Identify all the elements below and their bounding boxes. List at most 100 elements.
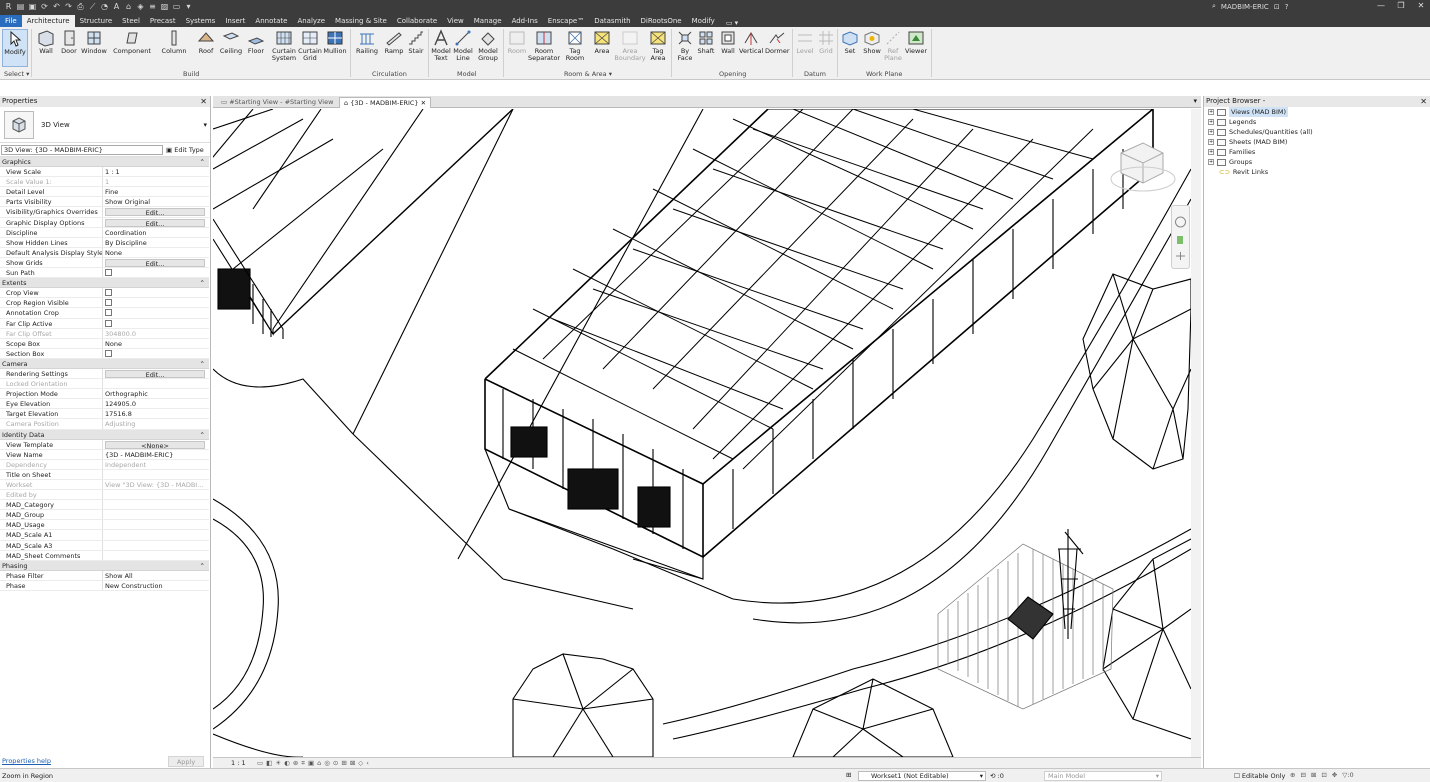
property-value[interactable]: None (103, 248, 209, 257)
cart-icon[interactable]: ⊡ (1274, 3, 1280, 11)
expand-icon[interactable]: + (1208, 109, 1214, 115)
modify-button[interactable]: Modify (2, 29, 28, 67)
select-by-face-icon[interactable]: ⊡ (1321, 771, 1326, 779)
detail-level-icon[interactable]: ▭ (257, 759, 263, 768)
close-tab-icon[interactable]: ✕ (421, 99, 426, 107)
property-value[interactable]: <None> (103, 440, 209, 449)
property-checkbox[interactable] (105, 299, 112, 307)
property-group-header[interactable]: Graphics ⌃ (0, 157, 209, 168)
property-value[interactable]: By Discipline (103, 238, 209, 247)
properties-help-link[interactable]: Properties help (2, 757, 51, 765)
property-value[interactable] (103, 319, 209, 328)
property-value[interactable] (103, 551, 209, 560)
view-tab-starting-view[interactable]: ▭ #Starting View - #Starting View (217, 97, 337, 108)
vertical-scrollbar[interactable] (1191, 109, 1201, 757)
tab-view[interactable]: View (442, 15, 469, 27)
restore-icon[interactable]: ❐ (1396, 1, 1406, 10)
edit-type-button[interactable]: ▣ Edit Type (166, 145, 204, 155)
ceiling-button[interactable]: Ceiling (219, 29, 243, 55)
collapse-icon[interactable]: ⌃ (200, 359, 205, 369)
worksharing-display-icon[interactable]: ⊞ (341, 759, 346, 768)
ramp-button[interactable]: Ramp (383, 29, 405, 55)
area-button[interactable]: Area (591, 29, 613, 55)
property-value[interactable]: {3D - MADBIM-ERIC} (103, 450, 209, 459)
property-edit-button[interactable]: Edit... (105, 369, 205, 378)
highlight-displacement-icon[interactable]: ◇ (358, 759, 363, 768)
apply-button[interactable]: Apply (168, 756, 204, 767)
help-icon[interactable]: ? (1285, 3, 1289, 11)
measure-icon[interactable]: ⟋ (88, 2, 97, 11)
tab-precast[interactable]: Precast (145, 15, 181, 27)
worksets-icon[interactable]: ⊞ (846, 771, 851, 779)
tab-modify[interactable]: Modify (687, 15, 720, 27)
user-name[interactable]: MADBIM-ERIC (1221, 3, 1269, 11)
tab-add-ins[interactable]: Add-Ins (507, 15, 543, 27)
design-option-dropdown[interactable]: Main Model ▾ (1044, 771, 1162, 781)
property-value[interactable]: New Construction (103, 581, 209, 590)
scroll-left-icon[interactable]: ‹ (366, 759, 369, 768)
property-value[interactable] (103, 308, 209, 317)
undo-icon[interactable]: ↶ (52, 2, 61, 11)
collapse-icon[interactable]: ⌃ (200, 278, 205, 288)
close-icon[interactable]: ✕ (1420, 96, 1427, 107)
customize-icon[interactable]: ▾ (184, 2, 193, 11)
tab-analyze[interactable]: Analyze (292, 15, 330, 27)
property-edit-button[interactable]: Edit... (105, 258, 205, 267)
sun-path-icon[interactable]: ☀ (275, 759, 281, 768)
dormer-button[interactable]: Dormer (765, 29, 790, 55)
collapse-icon[interactable]: ⌃ (200, 561, 205, 571)
property-value[interactable]: Edit... (103, 258, 209, 267)
tab-collaborate[interactable]: Collaborate (392, 15, 442, 27)
tab-annotate[interactable]: Annotate (250, 15, 292, 27)
open-icon[interactable]: ▤ (16, 2, 25, 11)
model-text-button[interactable]: Model Text (430, 29, 452, 62)
redo-icon[interactable]: ↷ (64, 2, 73, 11)
ref-plane-button[interactable]: Ref Plane (883, 29, 903, 62)
editing-requests[interactable]: ⟲ :0 (990, 772, 1004, 780)
close-icon[interactable]: ✕ (200, 96, 207, 107)
temporary-hide-icon[interactable]: ◎ (324, 759, 330, 768)
tree-node-views[interactable]: + Views (MAD BIM) (1208, 107, 1430, 117)
close-hidden-icon[interactable]: ▨ (160, 2, 169, 11)
property-group-header[interactable]: Identity Data ⌃ (0, 429, 209, 440)
shadows-icon[interactable]: ◐ (284, 759, 290, 768)
view-tab-3d[interactable]: ⌂ {3D - MADBIM-ERIC} ✕ (339, 97, 432, 108)
stair-button[interactable]: Stair (405, 29, 427, 55)
ribbon-display-toggle[interactable]: ▭ ▾ (720, 19, 744, 27)
wall-button[interactable]: Wall (36, 29, 56, 55)
set-work-plane-button[interactable]: Set (840, 29, 860, 55)
select-links-icon[interactable]: ⊕ (1290, 771, 1295, 779)
tree-node-groups[interactable]: + Groups (1208, 157, 1430, 167)
property-value[interactable]: 17516.8 (103, 409, 209, 418)
collapse-icon[interactable]: ⌃ (200, 430, 205, 440)
floor-button[interactable]: Floor (246, 29, 266, 55)
grid-button[interactable]: Grid (816, 29, 836, 55)
property-value[interactable] (103, 510, 209, 519)
tab-insert[interactable]: Insert (220, 15, 250, 27)
select-panel-label[interactable]: Select ▾ (4, 70, 29, 78)
type-selector[interactable]: 3D View ▾ (0, 107, 210, 143)
select-pinned-icon[interactable]: ⊠ (1311, 771, 1316, 779)
tab-file[interactable]: File (0, 15, 22, 27)
property-value[interactable]: Edit... (103, 207, 209, 217)
room-separator-button[interactable]: Room Separator (528, 29, 560, 62)
railing-button[interactable]: Railing (356, 29, 378, 55)
text-icon[interactable]: A (112, 2, 121, 11)
tab-systems[interactable]: Systems (181, 15, 221, 27)
property-value[interactable] (103, 530, 209, 539)
analytical-model-icon[interactable]: ⊠ (350, 759, 355, 768)
lock-view-icon[interactable]: ⌂ (317, 759, 321, 768)
switch-windows-icon[interactable]: ▭ (172, 2, 181, 11)
property-value[interactable]: Edit... (103, 218, 209, 227)
drawing-area[interactable] (213, 109, 1191, 757)
collapse-icon[interactable]: ⌃ (200, 157, 205, 167)
tag-area-button[interactable]: Tag Area (647, 29, 669, 62)
curtain-grid-button[interactable]: Curtain Grid (297, 29, 323, 62)
expand-icon[interactable]: + (1208, 149, 1214, 155)
room-area-panel-label[interactable]: Room & Area ▾ (564, 70, 612, 78)
roof-button[interactable]: Roof (196, 29, 216, 55)
property-value[interactable]: Edit... (103, 369, 209, 378)
show-work-plane-button[interactable]: Show (862, 29, 882, 55)
property-group-header[interactable]: Phasing ⌃ (0, 560, 209, 571)
tree-node-revit-links[interactable]: ⊂⊃ Revit Links (1208, 167, 1430, 177)
